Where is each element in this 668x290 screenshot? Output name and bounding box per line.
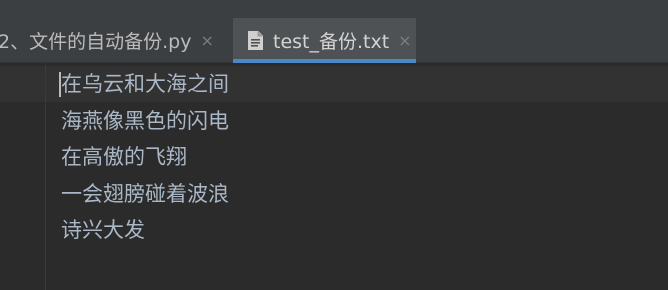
editor-line[interactable]: 在高傲的飞翔	[61, 139, 229, 176]
text-file-icon	[248, 31, 263, 50]
tab-label: 2、文件的自动备份.py	[0, 31, 192, 53]
editor-line[interactable]: 在乌云和大海之间	[61, 66, 229, 103]
tab-auto-backup-py[interactable]: 2、文件的自动备份.py ×	[0, 18, 222, 63]
gutter-divider	[45, 63, 46, 290]
editor-lines: 在乌云和大海之间 海燕像黑色的闪电 在高傲的飞翔 一会翅膀碰着波浪 诗兴大发	[61, 66, 229, 249]
text-caret	[59, 72, 61, 97]
close-icon[interactable]: ×	[200, 31, 213, 50]
editor-line[interactable]: 海燕像黑色的闪电	[61, 103, 229, 140]
tab-test-backup-txt[interactable]: test_备份.txt ×	[233, 18, 416, 63]
editor-line[interactable]: 一会翅膀碰着波浪	[61, 176, 229, 213]
editor-line[interactable]: 诗兴大发	[61, 212, 229, 249]
text-editor[interactable]: 在乌云和大海之间 海燕像黑色的闪电 在高傲的飞翔 一会翅膀碰着波浪 诗兴大发	[0, 63, 668, 290]
editor-tab-bar: 2、文件的自动备份.py × test_备份.txt ×	[0, 0, 668, 63]
close-icon[interactable]: ×	[398, 31, 411, 50]
tab-label: test_备份.txt	[273, 31, 390, 53]
